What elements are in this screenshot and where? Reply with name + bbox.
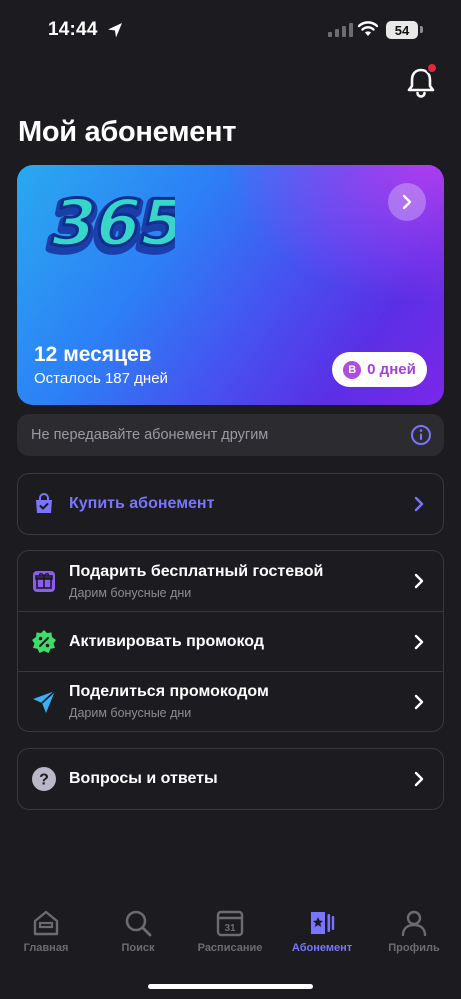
status-bar: 14:44 54: [0, 0, 461, 60]
menu-label: Активировать промокод: [69, 632, 265, 650]
chevron-right-icon: [414, 573, 424, 589]
gift-guest-row[interactable]: Подарить бесплатный гостевой Дарим бонус…: [18, 551, 443, 611]
search-icon: [125, 910, 152, 937]
profile-icon: [401, 910, 427, 937]
buy-subscription-label: Купить абонемент: [69, 495, 215, 512]
menu-sublabel: Дарим бонусные дни: [69, 706, 192, 720]
status-time: 14:44: [48, 19, 98, 40]
battery-tip: [420, 26, 423, 33]
menu-label: Поделиться промокодом: [69, 683, 269, 700]
notification-badge: [426, 62, 438, 74]
calendar-day: 31: [224, 923, 236, 934]
tab-label: Абонемент: [291, 942, 353, 954]
info-icon[interactable]: [410, 424, 432, 446]
tab-search[interactable]: Поиск: [92, 908, 184, 954]
menu-sublabel: Дарим бонусные дни: [69, 585, 192, 600]
tab-membership[interactable]: Абонемент: [276, 908, 368, 954]
home-icon: [33, 910, 59, 936]
subscription-card[interactable]: 365 365 12 месяцев Осталось 187 дней В 0…: [17, 165, 444, 405]
faq-group: ? Вопросы и ответы: [17, 748, 444, 810]
page-title: Мой абонемент: [18, 116, 237, 148]
tab-profile[interactable]: Профиль: [368, 908, 460, 954]
logo-365: 365 365: [38, 185, 175, 269]
bonus-days-pill[interactable]: В 0 дней: [332, 352, 427, 387]
remaining-days: Осталось 187 дней: [34, 370, 168, 387]
chevron-right-icon: [414, 771, 424, 787]
bonus-days-value: 0 дней: [367, 361, 416, 378]
location-arrow-icon: [108, 23, 122, 38]
plan-duration: 12 месяцев: [34, 343, 152, 366]
activate-promo-row[interactable]: Активировать промокод: [18, 611, 443, 671]
faq-label: Вопросы и ответы: [69, 770, 218, 787]
membership-icon: [311, 912, 335, 934]
notice-text: Не передавайте абонемент другим: [31, 427, 269, 443]
tab-label: Расписание: [197, 942, 263, 954]
share-promo-row[interactable]: Поделиться промокодом Дарим бонусные дни: [18, 671, 443, 731]
question-icon: ?: [31, 766, 57, 792]
tab-schedule[interactable]: 31 Расписание: [184, 908, 276, 954]
chevron-right-icon: [414, 694, 424, 709]
battery-icon: 54: [386, 21, 418, 39]
menu-label: Подарить бесплатный гостевой: [69, 562, 324, 580]
tab-label: Профиль: [388, 942, 440, 954]
chevron-right-icon: [414, 634, 424, 649]
wifi-icon: [357, 21, 379, 36]
cellular-signal-icon: [328, 23, 353, 37]
bottom-tab-bar: Главная Поиск 31 Расписание Абонемент Пр…: [0, 908, 461, 968]
buy-group: Купить абонемент: [17, 473, 444, 535]
svg-text:?: ?: [39, 772, 49, 789]
calendar-icon: 31: [216, 910, 244, 937]
transfer-notice: Не передавайте абонемент другим: [17, 414, 444, 456]
faq-row[interactable]: ? Вопросы и ответы: [18, 749, 443, 809]
card-open-button[interactable]: [388, 183, 426, 221]
tab-label: Главная: [23, 942, 69, 954]
buy-subscription-row[interactable]: Купить абонемент: [18, 474, 443, 534]
chevron-right-icon: [402, 194, 412, 210]
actions-group: Подарить бесплатный гостевой Дарим бонус…: [17, 550, 444, 732]
gift-icon: [31, 568, 57, 594]
percent-badge-icon: [31, 629, 57, 655]
send-icon: [31, 689, 57, 715]
tab-label: Поиск: [121, 942, 155, 954]
coin-icon: В: [343, 360, 362, 379]
tab-home[interactable]: Главная: [0, 908, 92, 954]
home-indicator[interactable]: [148, 984, 313, 989]
chevron-right-icon: [414, 496, 424, 512]
svg-text:365: 365: [44, 187, 175, 261]
shopping-bag-icon: [31, 491, 57, 517]
